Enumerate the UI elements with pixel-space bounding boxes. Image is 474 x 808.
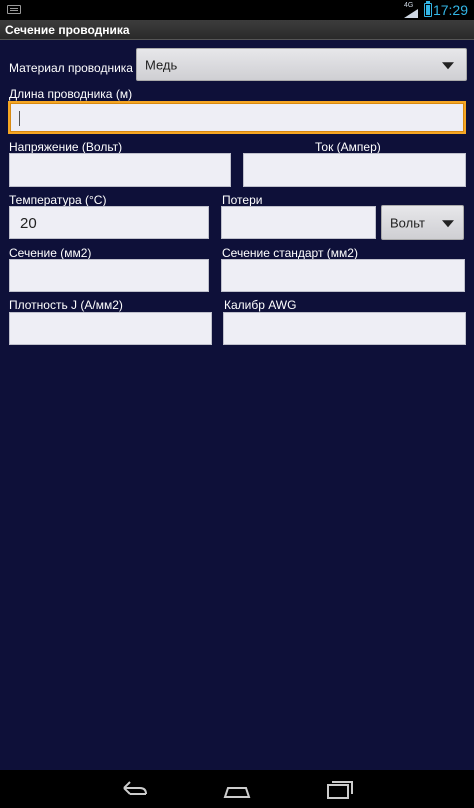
voltage-label: Напряжение (Вольт) (9, 140, 123, 154)
losses-label: Потери (222, 193, 263, 207)
navigation-bar (0, 770, 474, 808)
section-label: Сечение (мм2) (9, 246, 92, 260)
temperature-value: 20 (20, 215, 37, 232)
back-icon[interactable] (120, 780, 150, 800)
material-label: Материал проводника (9, 61, 133, 75)
network-type-label: 4G (404, 2, 414, 9)
awg-output[interactable] (223, 312, 466, 345)
density-output[interactable] (9, 312, 212, 345)
material-value: Медь (145, 57, 178, 72)
keyboard-icon (7, 5, 21, 14)
losses-unit-spinner[interactable]: Вольт (381, 205, 464, 240)
recents-icon[interactable] (325, 780, 355, 800)
length-input[interactable] (8, 101, 466, 134)
triangle-down-icon (442, 61, 454, 69)
length-label: Длина проводника (м) (9, 87, 133, 101)
triangle-down-icon (442, 219, 454, 227)
home-icon[interactable] (222, 780, 252, 800)
voltage-input[interactable] (9, 153, 231, 187)
section-output[interactable] (9, 259, 209, 292)
losses-input[interactable] (221, 206, 376, 239)
losses-unit-value: Вольт (390, 215, 425, 230)
awg-label: Калибр AWG (224, 298, 297, 312)
standard-section-output[interactable] (221, 259, 465, 292)
density-label: Плотность J (А/мм2) (9, 298, 123, 312)
temperature-input[interactable]: 20 (9, 206, 209, 239)
title-bar: Сечение проводника (0, 20, 474, 40)
status-time: 17:29 (432, 2, 468, 18)
status-bar: 4G 17:29 (0, 0, 474, 20)
material-spinner[interactable]: Медь (136, 48, 467, 81)
battery-level (426, 4, 430, 15)
text-cursor (19, 111, 20, 126)
temperature-label: Температура (°C) (9, 193, 107, 207)
standard-section-label: Сечение стандарт (мм2) (222, 246, 358, 260)
battery-icon (424, 1, 432, 17)
current-input[interactable] (243, 153, 466, 187)
current-label: Ток (Ампер) (315, 140, 381, 154)
signal-icon (404, 9, 418, 18)
app-title: Сечение проводника (5, 23, 130, 37)
